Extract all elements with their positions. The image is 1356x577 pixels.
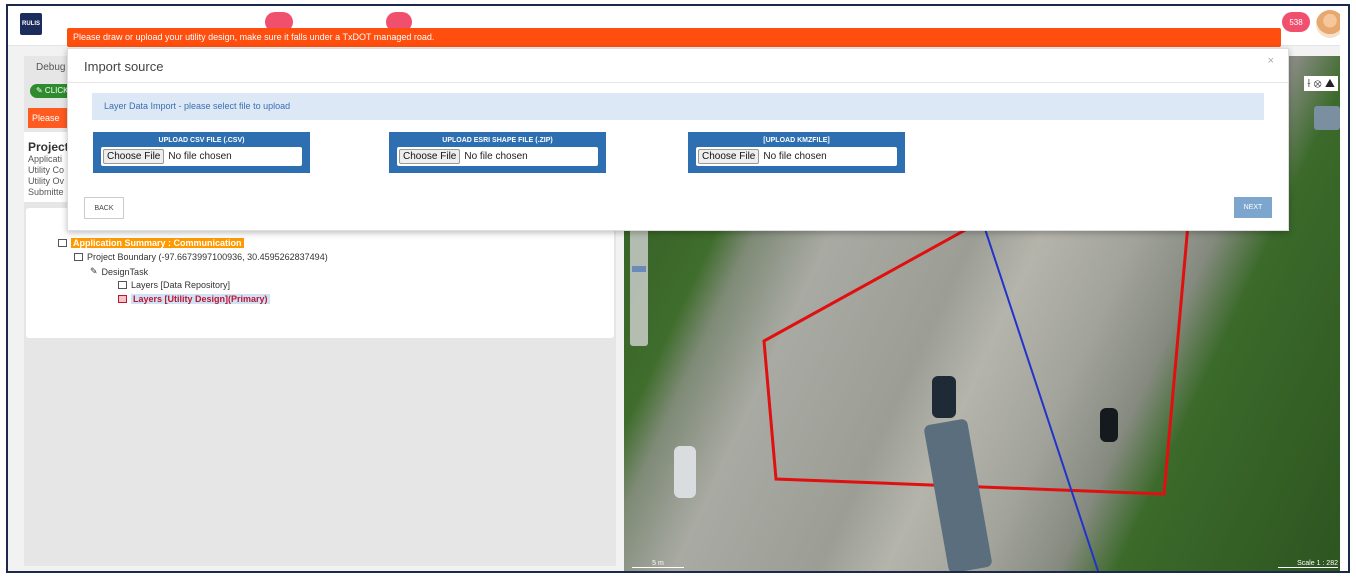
scrollbar[interactable] <box>1340 6 1348 571</box>
divider <box>68 82 1288 83</box>
folder-icon <box>58 239 67 247</box>
tree-label: DesignTask <box>101 266 149 277</box>
tree-item-design-task[interactable]: ✎ DesignTask <box>90 266 148 277</box>
choose-file-button[interactable]: Choose File <box>103 149 165 164</box>
next-button[interactable]: NEXT <box>1234 197 1272 218</box>
vehicle <box>1100 408 1118 442</box>
vehicle <box>674 446 696 498</box>
modal-title: Import source <box>84 59 164 74</box>
tree-label: Project Boundary (-97.6673997100936, 30.… <box>87 252 328 262</box>
alert-banner: Please draw or upload your utility desig… <box>67 28 1281 47</box>
debug-tab[interactable]: Debug <box>30 58 71 77</box>
upload-title: [UPLOAD KMZFILE] <box>763 137 830 144</box>
tree-item-layers-utility-design[interactable]: Layers [Utility Design](Primary) <box>118 294 270 304</box>
layer-icon <box>118 295 127 303</box>
zoom-thumb[interactable] <box>632 266 646 272</box>
map-tools[interactable]: ⟊ ⊗ ⛰ <box>1304 76 1338 91</box>
choose-file-button[interactable]: Choose File <box>399 149 461 164</box>
vehicle <box>932 376 956 418</box>
zip-file-input[interactable]: Choose File No file chosen <box>397 147 598 166</box>
file-status: No file chosen <box>763 151 827 162</box>
tree-item-layers-data-repository[interactable]: Layers [Data Repository] <box>118 280 230 290</box>
close-icon[interactable]: × <box>1268 55 1274 67</box>
upload-title: UPLOAD ESRI SHAPE FILE (.ZIP) <box>442 137 553 144</box>
layers-button[interactable] <box>1314 106 1340 130</box>
app-logo[interactable]: RULIS <box>20 13 42 35</box>
tree-item-app-summary[interactable]: Application Summary : Communication <box>58 238 244 248</box>
tree-label: Layers [Utility Design](Primary) <box>131 294 270 304</box>
scale-bar: 5 m <box>632 560 684 568</box>
pencil-icon: ✎ <box>90 266 98 276</box>
upload-csv-box: UPLOAD CSV FILE (.CSV) Choose File No fi… <box>93 132 310 173</box>
kmz-file-input[interactable]: Choose File No file chosen <box>696 147 897 166</box>
import-source-modal: Import source × Layer Data Import - plea… <box>67 48 1289 231</box>
boundary-icon <box>74 253 83 261</box>
upload-shape-box: UPLOAD ESRI SHAPE FILE (.ZIP) Choose Fil… <box>389 132 606 173</box>
tree-label: Application Summary : Communication <box>71 238 244 248</box>
upload-title: UPLOAD CSV FILE (.CSV) <box>158 137 245 144</box>
csv-file-input[interactable]: Choose File No file chosen <box>101 147 302 166</box>
upload-kmz-box: [UPLOAD KMZFILE] Choose File No file cho… <box>688 132 905 173</box>
scale-ratio: Scale 1 : 282 <box>1278 560 1338 568</box>
import-note: Layer Data Import - please select file t… <box>92 93 1264 120</box>
layer-icon <box>118 281 127 289</box>
choose-file-button[interactable]: Choose File <box>698 149 760 164</box>
file-status: No file chosen <box>464 151 528 162</box>
file-status: No file chosen <box>168 151 232 162</box>
utility-line[interactable] <box>983 225 1100 573</box>
notification-badge[interactable]: 538 <box>1282 12 1310 32</box>
tree-label: Layers [Data Repository] <box>131 280 231 290</box>
tree-item-project-boundary[interactable]: Project Boundary (-97.6673997100936, 30.… <box>74 252 328 262</box>
back-button[interactable]: BACK <box>84 197 124 219</box>
